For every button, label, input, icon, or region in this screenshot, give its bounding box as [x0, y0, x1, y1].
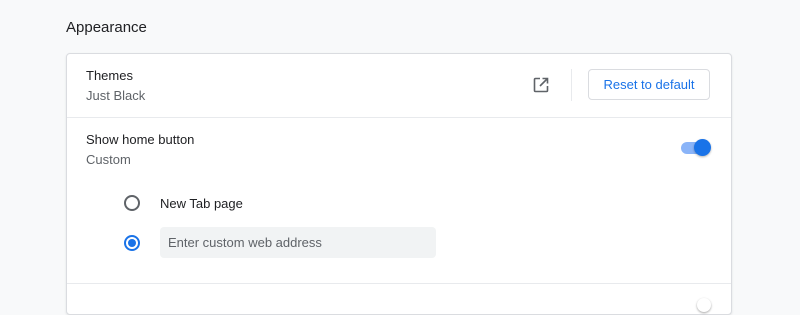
- new-tab-page-label: New Tab page: [160, 196, 243, 211]
- home-button-toggle[interactable]: [680, 139, 712, 157]
- vertical-divider: [571, 69, 572, 101]
- open-in-new-icon[interactable]: [532, 76, 550, 94]
- next-row-toggle-knob[interactable]: [697, 298, 711, 312]
- themes-label: Themes: [86, 68, 133, 83]
- custom-address-radio[interactable]: [124, 235, 140, 251]
- appearance-card: Themes Just Black Reset to default Show …: [66, 53, 732, 315]
- home-button-label: Show home button: [86, 132, 195, 147]
- themes-row: Themes Just Black Reset to default: [67, 54, 731, 118]
- home-button-value: Custom: [86, 152, 131, 167]
- themes-value: Just Black: [86, 88, 146, 103]
- row-divider: [67, 283, 731, 284]
- toggle-knob: [694, 139, 711, 156]
- reset-to-default-button[interactable]: Reset to default: [588, 69, 710, 100]
- section-title: Appearance: [66, 19, 147, 36]
- custom-address-input[interactable]: [160, 227, 436, 258]
- new-tab-page-radio[interactable]: [124, 195, 140, 211]
